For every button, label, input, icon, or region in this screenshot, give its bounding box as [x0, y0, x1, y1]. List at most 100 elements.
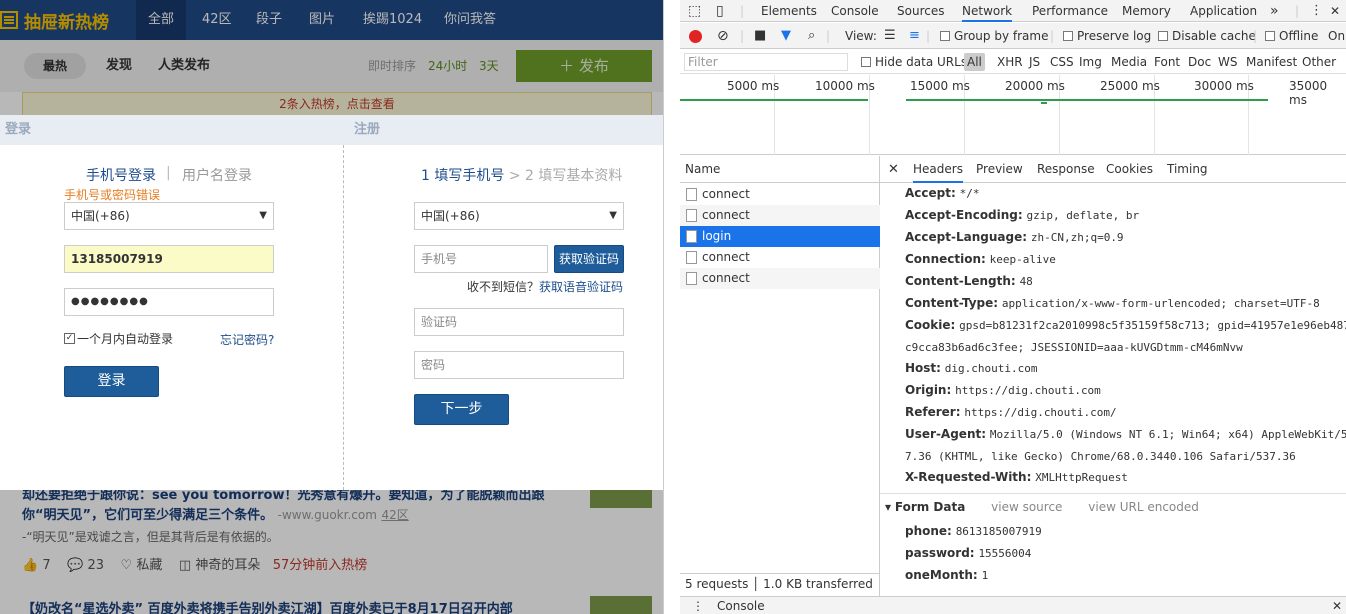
clear-icon[interactable]: ⊘: [717, 23, 729, 49]
request-row[interactable]: connect: [680, 247, 880, 268]
tab-application[interactable]: Application: [1190, 0, 1257, 22]
checkbox-checked-icon[interactable]: ✓: [64, 333, 75, 344]
filter-bar: Filter Hide data URLs All XHR JS CSS Img…: [680, 50, 1346, 74]
header-key: Content-Length:: [905, 274, 1016, 288]
network-overview[interactable]: 5000 ms 10000 ms 15000 ms 20000 ms 25000…: [680, 75, 1346, 155]
header-key: Accept-Encoding:: [905, 208, 1023, 222]
filter-input[interactable]: Filter: [684, 53, 848, 71]
close-devtools-icon[interactable]: ✕: [1330, 0, 1340, 22]
file-icon: [686, 272, 697, 285]
preserve-log-checkbox[interactable]: Preserve log: [1063, 23, 1151, 49]
header-value: application/x-www-form-urlencoded; chars…: [1001, 297, 1320, 310]
close-detail-icon[interactable]: ✕: [888, 156, 899, 183]
form-value: 1: [981, 569, 989, 582]
type-xhr[interactable]: XHR: [997, 49, 1023, 75]
register-phone-input[interactable]: 手机号: [414, 245, 548, 273]
tab-divider: |: [740, 4, 745, 18]
request-name: login: [702, 229, 732, 243]
waterfall-icon[interactable]: ≡: [909, 23, 920, 49]
tab-cookies[interactable]: Cookies: [1106, 156, 1153, 183]
hide-data-urls-checkbox[interactable]: Hide data URLs: [861, 49, 967, 75]
throttle-select[interactable]: Online: [1328, 23, 1346, 49]
search-icon[interactable]: ⌕: [808, 23, 815, 49]
view-url-encoded-link[interactable]: view URL encoded: [1088, 500, 1199, 514]
large-rows-icon[interactable]: ☰: [884, 23, 896, 49]
request-bar: [680, 99, 868, 101]
login-password-input[interactable]: ●●●●●●●●: [64, 288, 274, 316]
register-country-select[interactable]: 中国(+86) ▼: [414, 202, 624, 230]
tick-5000: 5000 ms: [727, 79, 780, 93]
type-css[interactable]: CSS: [1050, 49, 1074, 75]
header-key: Origin:: [905, 383, 952, 397]
device-toggle-icon[interactable]: ▯: [716, 0, 724, 22]
tab-headers[interactable]: Headers: [913, 156, 963, 183]
request-row[interactable]: connect: [680, 184, 880, 205]
screenshot-icon[interactable]: ■: [754, 23, 766, 49]
register-country-value: 中国(+86): [421, 209, 480, 223]
login-phone-input[interactable]: 13185007919: [64, 245, 274, 273]
type-media[interactable]: Media: [1111, 49, 1147, 75]
preserve-log-label: Preserve log: [1077, 29, 1152, 43]
tab-memory[interactable]: Memory: [1122, 0, 1171, 22]
login-country-select[interactable]: 中国(+86) ▼: [64, 202, 274, 230]
remember-me[interactable]: ✓ 一个月内自动登录: [64, 330, 173, 347]
header-key: User-Agent:: [905, 427, 987, 441]
header-line: User-Agent: Mozilla/5.0 (Windows NT 6.1;…: [905, 427, 1346, 441]
voice-code-link[interactable]: 获取语音验证码: [539, 280, 623, 294]
drawer-console-tab[interactable]: Console: [717, 597, 765, 614]
view-label: View:: [845, 29, 877, 43]
type-ws[interactable]: WS: [1218, 49, 1237, 75]
header-value: */*: [959, 187, 980, 200]
close-drawer-icon[interactable]: ✕: [1332, 597, 1342, 614]
forgot-password-link[interactable]: 忘记密码?: [220, 331, 274, 348]
tab-phone-login[interactable]: 手机号登录: [86, 165, 156, 185]
detail-tabs: ✕ Headers Preview Response Cookies Timin…: [880, 156, 1346, 183]
more-tabs-icon[interactable]: »: [1270, 0, 1279, 22]
kebab-menu-icon[interactable]: ⋮: [1310, 0, 1323, 22]
type-manifest[interactable]: Manifest: [1246, 49, 1297, 75]
type-other[interactable]: Other: [1302, 49, 1336, 75]
record-icon[interactable]: [689, 30, 702, 43]
request-row[interactable]: connect: [680, 205, 880, 226]
view-source-link[interactable]: view source: [991, 500, 1062, 514]
console-drawer: ⋮ Console ✕: [680, 596, 1346, 614]
tab-timing[interactable]: Timing: [1167, 156, 1208, 183]
type-doc[interactable]: Doc: [1188, 49, 1211, 75]
tab-response[interactable]: Response: [1037, 156, 1095, 183]
tab-username-login[interactable]: 用户名登录: [182, 165, 252, 185]
group-by-frame-checkbox[interactable]: Group by frame: [940, 23, 1048, 49]
tab-performance[interactable]: Performance: [1032, 0, 1108, 22]
offline-label: Offline: [1279, 29, 1319, 43]
tick-10000: 10000 ms: [815, 79, 875, 93]
tab-sources[interactable]: Sources: [897, 0, 944, 22]
tab-preview[interactable]: Preview: [976, 156, 1023, 183]
request-row[interactable]: connect: [680, 268, 880, 289]
toolbar-divider-4: |: [1050, 29, 1055, 43]
checkbox-icon: [1265, 31, 1275, 41]
tab-elements[interactable]: Elements: [761, 0, 817, 22]
form-field: phone: 8613185007919: [905, 524, 1042, 538]
login-button[interactable]: 登录: [64, 366, 159, 397]
tick-15000: 15000 ms: [910, 79, 970, 93]
disable-cache-checkbox[interactable]: Disable cache: [1158, 23, 1256, 49]
tab-console[interactable]: Console: [831, 0, 879, 22]
tab-network[interactable]: Network: [962, 0, 1013, 22]
form-data-header[interactable]: ▾ Form Data view source view URL encoded: [885, 500, 1199, 514]
tick-35000: 35000 ms: [1289, 79, 1328, 107]
type-js[interactable]: JS: [1029, 49, 1040, 75]
header-key: Cookie:: [905, 318, 956, 332]
register-code-input[interactable]: 验证码: [414, 308, 624, 336]
name-column-header[interactable]: Name: [680, 156, 880, 183]
offline-checkbox[interactable]: Offline: [1265, 23, 1318, 49]
type-all[interactable]: All: [964, 53, 985, 71]
drawer-menu-icon[interactable]: ⋮: [692, 597, 704, 614]
get-code-button[interactable]: 获取验证码: [554, 245, 624, 273]
type-img[interactable]: Img: [1079, 49, 1102, 75]
request-row-selected[interactable]: login: [680, 226, 880, 247]
inspect-icon[interactable]: ⬚: [688, 0, 701, 22]
header-line: Content-Length: 48: [905, 274, 1033, 288]
filter-icon[interactable]: ▼: [781, 23, 791, 49]
type-font[interactable]: Font: [1154, 49, 1180, 75]
next-step-button[interactable]: 下一步: [414, 394, 509, 425]
register-password-input[interactable]: 密码: [414, 351, 624, 379]
